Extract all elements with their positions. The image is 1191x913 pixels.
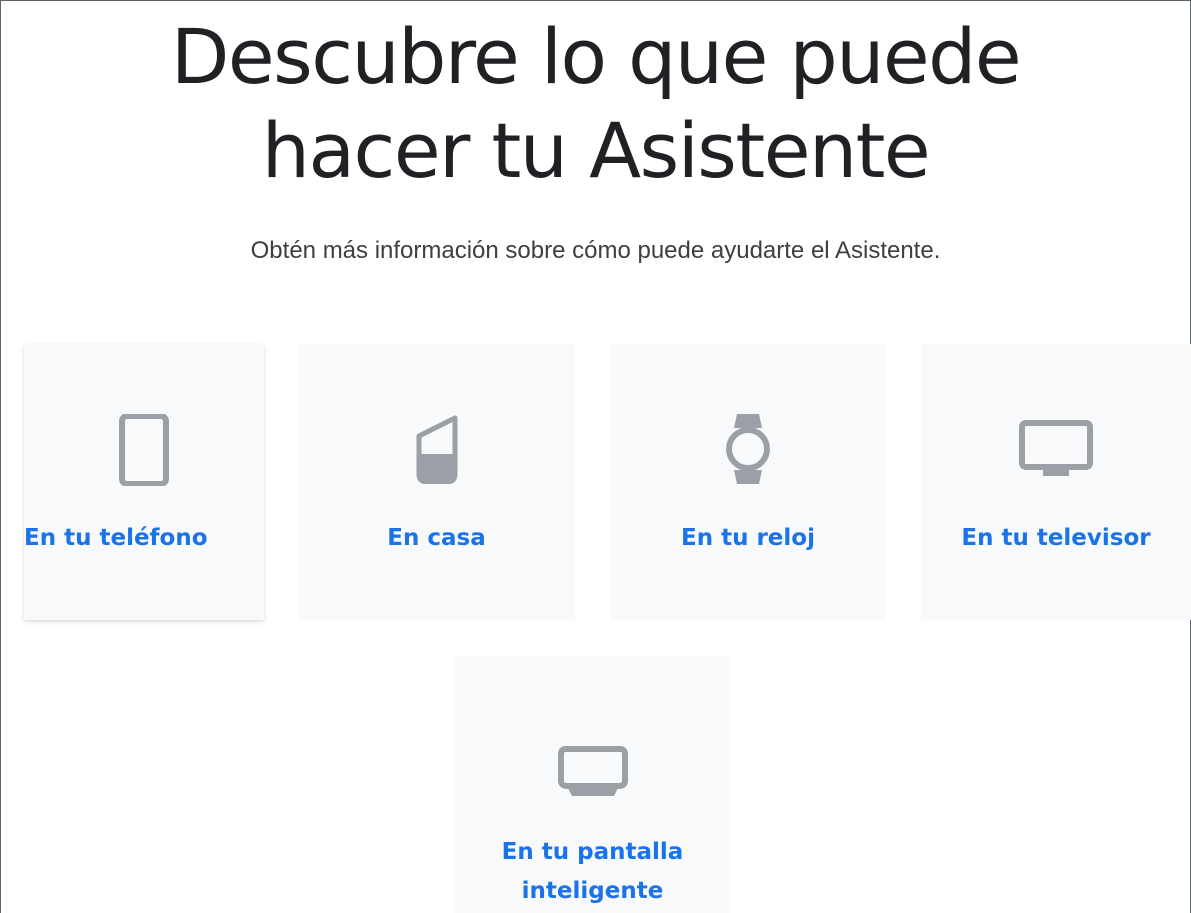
card-at-home-label: En casa (387, 525, 486, 551)
page-title-line-2: hacer tu Asistente (261, 106, 931, 195)
card-at-home[interactable]: En casa (298, 344, 575, 620)
smart-speaker-icon (298, 414, 575, 484)
phone-icon (24, 414, 264, 486)
card-on-your-smart-display-label-line-2: inteligente (521, 878, 664, 904)
page-subtitle: Obtén más información sobre cómo puede a… (250, 237, 941, 264)
card-on-your-phone[interactable]: En tu teléfono (24, 344, 264, 620)
card-on-your-tv-label: En tu televisor (961, 525, 1151, 551)
tv-icon (921, 420, 1191, 478)
page-title-line-1: Descubre lo que puede (170, 12, 1022, 101)
card-on-your-tv[interactable]: En tu televisor (921, 344, 1191, 620)
smart-display-icon (455, 746, 730, 798)
card-on-your-phone-label: En tu teléfono (24, 525, 208, 551)
page-title: Descubre lo que puede hacer tu Asistente (0, 10, 1191, 198)
card-on-your-watch[interactable]: En tu reloj (610, 344, 886, 620)
card-on-your-smart-display[interactable]: En tu pantalla inteligente (455, 656, 730, 913)
card-on-your-smart-display-label-line-1: En tu pantalla (501, 839, 684, 865)
card-on-your-watch-label: En tu reloj (681, 525, 815, 551)
smartwatch-icon (610, 412, 886, 486)
